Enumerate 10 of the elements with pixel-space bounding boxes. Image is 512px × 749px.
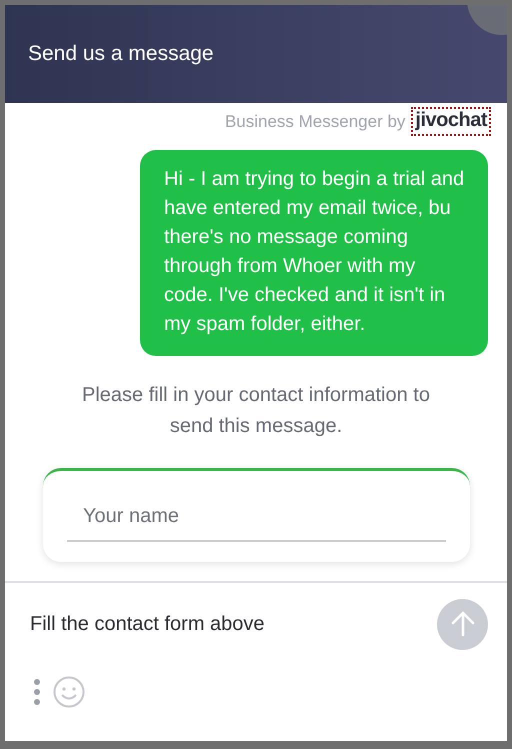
emoji-icon[interactable] [53,676,85,708]
window-title: Send us a message [28,42,214,66]
branding-label: Business Messenger by [224,112,406,132]
message-bubble: Hi - I am trying to begin a trial and have entered my email twice, bu there's no message coming through from Whoer with my code. I've checked and it isn't in my spam folder, either. [140,150,488,356]
message-input[interactable]: Fill the contact form above [28,612,437,636]
arrow-up-icon [450,611,474,637]
logo-link[interactable]: jivochat [411,107,491,136]
name-field[interactable]: Your name [67,501,446,542]
more-options-icon[interactable] [33,678,41,706]
notice-text: Please fill in your contact information to send this message. [81,383,431,439]
